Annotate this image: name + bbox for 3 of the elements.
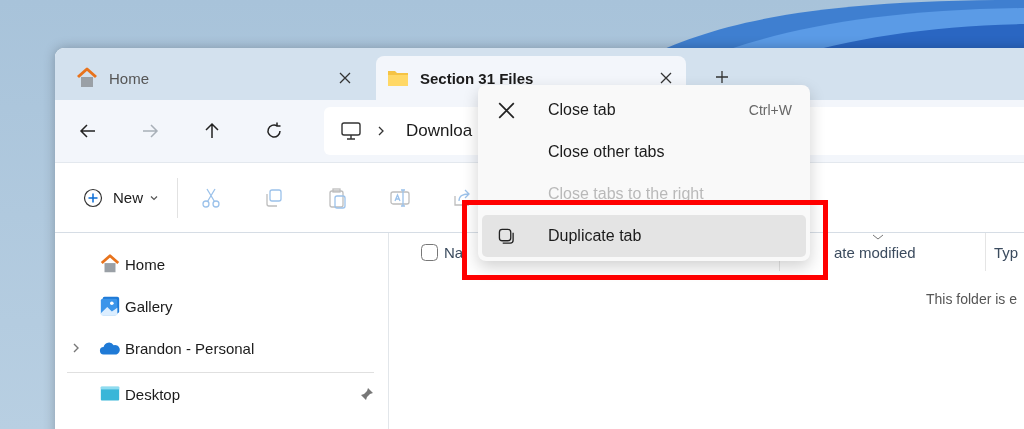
address-path: Downloa [406,121,473,141]
empty-folder-message: This folder is e [926,291,1019,307]
shortcut-text: Ctrl+W [748,102,792,118]
